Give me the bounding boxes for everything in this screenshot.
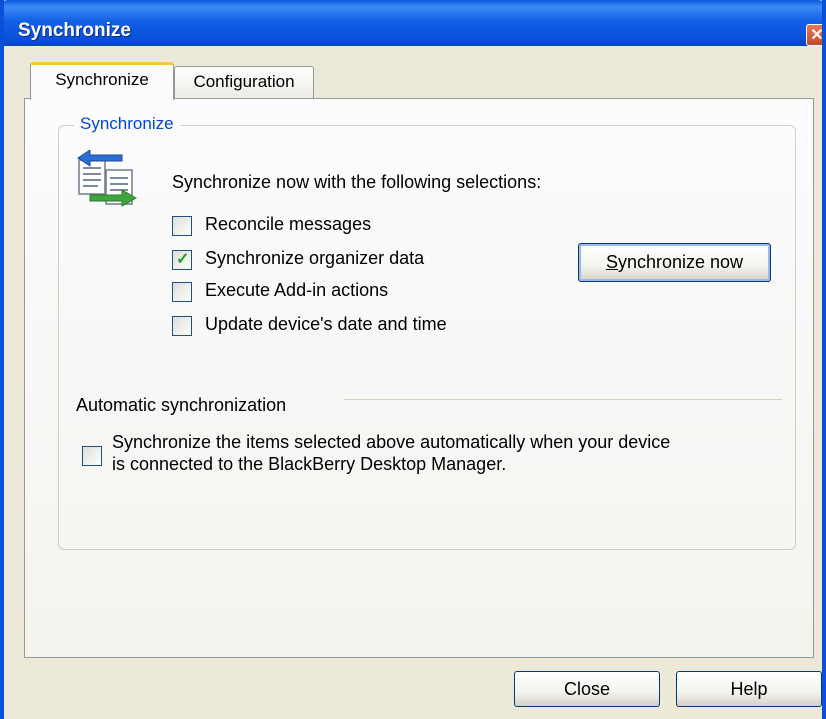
help-button[interactable]: Help: [676, 671, 822, 707]
section-divider: [344, 399, 782, 400]
reconcile-messages-label[interactable]: Reconcile messages: [205, 214, 371, 235]
auto-sync-label-line2[interactable]: is connected to the BlackBerry Desktop M…: [112, 454, 506, 475]
organizer-data-label[interactable]: Synchronize organizer data: [205, 248, 424, 269]
tab-synchronize[interactable]: Synchronize: [30, 62, 174, 100]
auto-sync-label-line1[interactable]: Synchronize the items selected above aut…: [112, 432, 670, 453]
checkmark-icon: ✓: [176, 251, 190, 268]
synchronize-icon: [77, 150, 138, 207]
synchronize-now-button[interactable]: Synchronize now: [578, 243, 771, 282]
tab-configuration[interactable]: Configuration: [174, 66, 314, 98]
addin-actions-label[interactable]: Execute Add-in actions: [205, 280, 388, 301]
synchronize-dialog: Synchronize ✕ Synchronize Configuration …: [0, 0, 826, 719]
groupbox-legend: Synchronize: [74, 114, 180, 134]
close-icon: ✕: [810, 27, 824, 44]
date-time-label[interactable]: Update device's date and time: [205, 314, 447, 335]
close-button[interactable]: Close: [514, 671, 660, 707]
mnemonic-letter: S: [605, 252, 618, 272]
reconcile-messages-checkbox[interactable]: [172, 216, 192, 236]
date-time-checkbox[interactable]: [172, 316, 192, 336]
sync-intro-text: Synchronize now with the following selec…: [172, 172, 542, 192]
close-window-button[interactable]: ✕: [806, 24, 824, 46]
window-title: Synchronize: [18, 20, 131, 41]
button-label-rest: ynchronize now: [617, 252, 744, 272]
tab-label: Synchronize: [55, 70, 149, 89]
organizer-data-checkbox[interactable]: ✓: [172, 250, 192, 270]
auto-sync-checkbox[interactable]: [82, 446, 102, 466]
title-bar[interactable]: Synchronize ✕: [4, 0, 824, 46]
auto-sync-heading: Automatic synchronization: [76, 395, 287, 415]
tab-label: Configuration: [193, 72, 295, 91]
addin-actions-checkbox[interactable]: [172, 282, 192, 302]
